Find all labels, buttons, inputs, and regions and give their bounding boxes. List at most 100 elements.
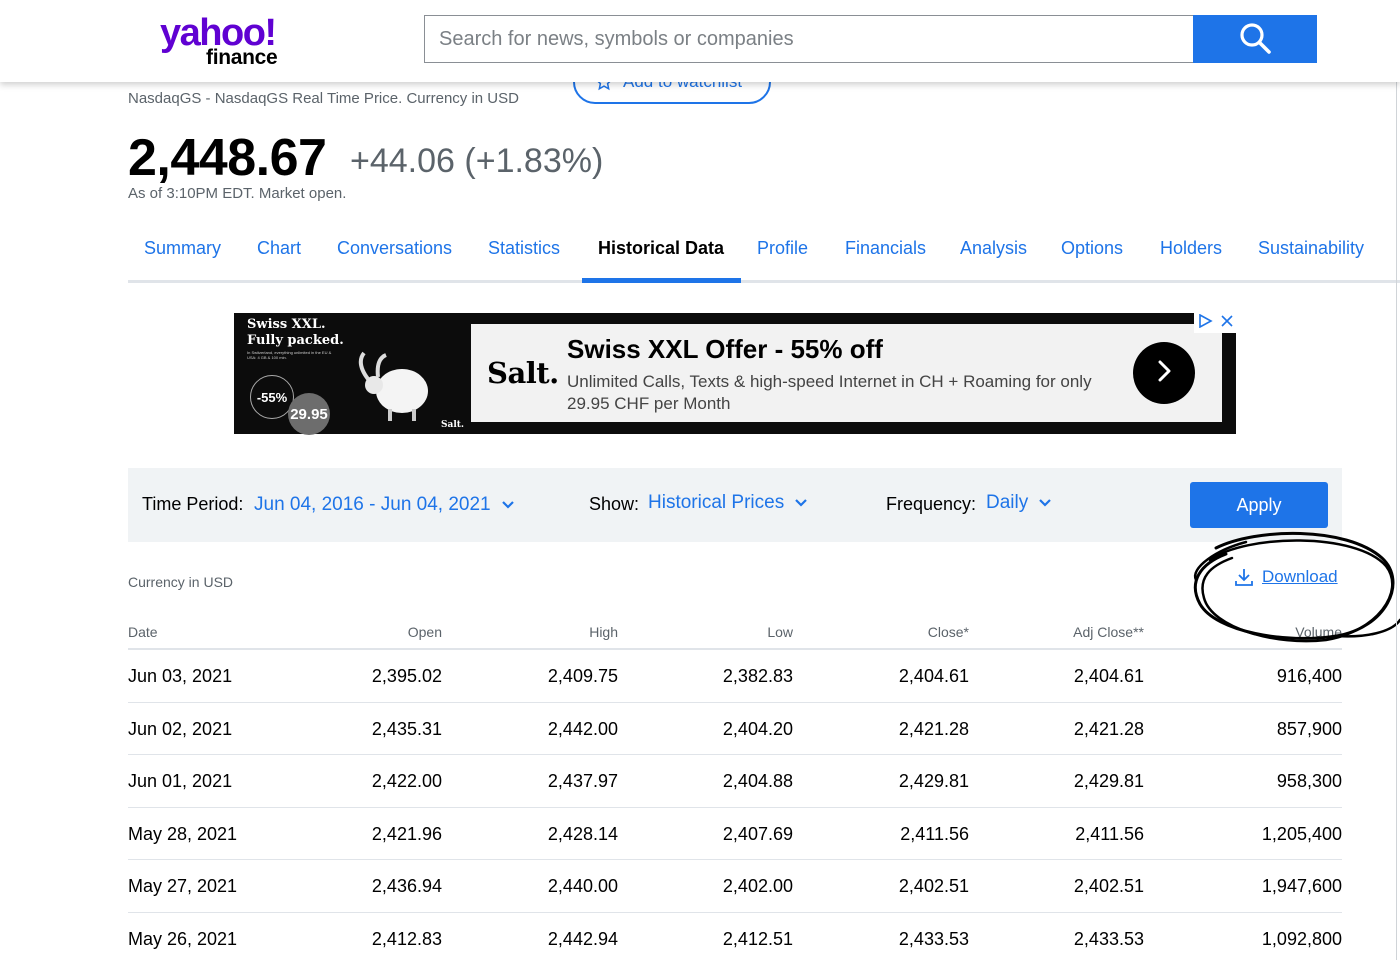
chevron-down-icon	[1038, 498, 1052, 508]
page-right-edge	[1396, 80, 1400, 960]
cell-volume: 958,300	[1276, 771, 1342, 791]
ad-arrow-button[interactable]	[1133, 342, 1195, 404]
cell-adj-close: 2,402.51	[1073, 876, 1144, 896]
cell-date: May 27, 2021	[128, 876, 238, 896]
cell-low: 2,412.51	[722, 928, 793, 949]
yahoo-finance-logo[interactable]: yahoo! finance	[160, 12, 290, 70]
ad-title: Swiss XXL Offer - 55% off	[567, 334, 883, 364]
col-open: Open	[407, 624, 442, 640]
chevron-down-icon	[794, 498, 808, 508]
ad-left-headline: Swiss XXL. Fully packed.	[247, 317, 344, 348]
col-high: High	[589, 624, 618, 640]
cell-low: 2,407.69	[722, 823, 793, 844]
cell-adj-close: 2,411.56	[1075, 823, 1144, 844]
col-low: Low	[767, 624, 793, 640]
show-dropdown[interactable]: Historical Prices	[648, 492, 808, 514]
frequency-dropdown[interactable]: Daily	[986, 492, 1052, 514]
chevron-right-icon	[1152, 359, 1176, 388]
cell-open: 2,412.83	[371, 928, 442, 949]
tab-historical-data[interactable]: Historical Data	[598, 238, 724, 259]
download-link[interactable]: Download	[1234, 567, 1338, 587]
tab-profile[interactable]: Profile	[757, 238, 808, 259]
cell-adj-close: 2,433.53	[1073, 928, 1144, 949]
ad-brand-small: Salt.	[441, 420, 465, 430]
cell-close: 2,421.28	[898, 718, 969, 739]
tab-options[interactable]: Options	[1061, 238, 1123, 259]
adchoices-icon[interactable]	[1198, 313, 1214, 333]
price-change: +44.06 (+1.83%)	[350, 142, 604, 180]
cell-open: 2,421.96	[371, 823, 442, 844]
cell-low: 2,404.20	[722, 718, 793, 739]
cell-close: 2,433.53	[898, 928, 969, 949]
cell-high: 2,442.00	[547, 718, 618, 739]
cell-close: 2,404.61	[898, 666, 969, 686]
apply-button[interactable]: Apply	[1190, 482, 1328, 528]
search-button[interactable]	[1193, 15, 1317, 63]
cell-open: 2,436.94	[371, 876, 442, 896]
search-bar	[424, 15, 1317, 63]
table-row: May 26, 2021 2,412.83 2,442.94 2,412.51 2,43…	[128, 913, 1342, 960]
table-row: Jun 02, 2021 2,435.31 2,442.00 2,404.20 2,42…	[128, 703, 1342, 755]
cell-close: 2,411.56	[900, 823, 969, 844]
ad-image: Swiss XXL. Fully packed. In Switzerland,…	[234, 313, 470, 435]
tab-chart[interactable]: Chart	[257, 238, 301, 259]
cell-low: 2,402.00	[722, 876, 793, 896]
cell-high: 2,440.00	[547, 876, 618, 896]
cell-adj-close: 2,429.81	[1073, 771, 1144, 791]
chevron-down-icon	[501, 500, 515, 510]
ad-fine-print: In Switzerland, everything unlimited in …	[247, 350, 332, 360]
tab-holders[interactable]: Holders	[1160, 238, 1222, 259]
logo-finance-text: finance	[206, 46, 278, 69]
tab-conversations[interactable]: Conversations	[337, 238, 452, 259]
cell-date: Jun 03, 2021	[128, 666, 233, 686]
currency-note: Currency in USD	[128, 574, 234, 590]
cell-open: 2,395.02	[371, 666, 442, 686]
table-row: May 27, 2021 2,436.94 2,440.00 2,402.00 2,40…	[128, 860, 1342, 913]
cell-adj-close: 2,404.61	[1073, 666, 1144, 686]
col-adj-close: Adj Close**	[1073, 624, 1144, 640]
tab-statistics[interactable]: Statistics	[488, 238, 560, 259]
search-input[interactable]	[424, 15, 1193, 63]
exchange-info: NasdaqGS - NasdaqGS Real Time Price. Cur…	[128, 90, 519, 107]
col-date: Date	[128, 624, 158, 640]
cell-date: May 28, 2021	[128, 823, 238, 844]
cell-date: May 26, 2021	[128, 928, 238, 949]
cell-low: 2,404.88	[722, 771, 793, 791]
active-tab-indicator	[582, 278, 741, 283]
quote-nav-tabs: Summary Chart Conversations Statistics H…	[128, 228, 1400, 284]
col-close: Close*	[927, 624, 969, 640]
table-body: Jun 03, 2021 2,395.02 2,409.75 2,382.83 2,40…	[128, 650, 1342, 960]
cell-high: 2,409.75	[547, 666, 618, 686]
cell-close: 2,429.81	[898, 771, 969, 791]
current-price: 2,448.67	[128, 129, 327, 187]
advertisement-banner[interactable]: Swiss XXL. Fully packed. In Switzerland,…	[234, 313, 1236, 435]
ad-text-panel: Salt. Swiss XXL Offer - 55% off Unlimite…	[471, 324, 1222, 422]
cell-volume: 916,400	[1276, 666, 1342, 686]
tab-summary[interactable]: Summary	[144, 238, 221, 259]
cell-volume: 1,947,600	[1261, 876, 1342, 896]
search-icon	[1238, 21, 1272, 58]
tabs-divider	[128, 280, 1400, 283]
col-volume: Volume	[1295, 624, 1342, 640]
table-header: Date Open High Low Close* Adj Close** Vo…	[128, 616, 1342, 650]
show-label: Show:	[589, 494, 640, 514]
ad-description: Unlimited Calls, Texts & high-speed Inte…	[567, 372, 1092, 413]
download-icon	[1234, 567, 1254, 587]
cell-high: 2,428.14	[547, 823, 618, 844]
close-ad-icon[interactable]	[1220, 314, 1233, 332]
tab-financials[interactable]: Financials	[845, 238, 926, 259]
ad-choices[interactable]	[1194, 313, 1236, 333]
time-period-dropdown[interactable]: Jun 04, 2016 - Jun 04, 2021	[254, 494, 515, 516]
quote-timestamp: As of 3:10PM EDT. Market open.	[128, 185, 347, 202]
tab-sustainability[interactable]: Sustainability	[1258, 238, 1364, 259]
top-header: yahoo! finance	[0, 0, 1400, 82]
cell-adj-close: 2,421.28	[1073, 718, 1144, 739]
cell-date: Jun 01, 2021	[128, 771, 233, 791]
tab-analysis[interactable]: Analysis	[960, 238, 1027, 259]
cell-volume: 1,092,800	[1261, 928, 1342, 949]
cell-low: 2,382.83	[722, 666, 793, 686]
cell-volume: 1,205,400	[1261, 823, 1342, 844]
ad-brand-logo: Salt.	[487, 356, 559, 390]
cell-high: 2,442.94	[547, 928, 618, 949]
cell-open: 2,435.31	[371, 718, 442, 739]
